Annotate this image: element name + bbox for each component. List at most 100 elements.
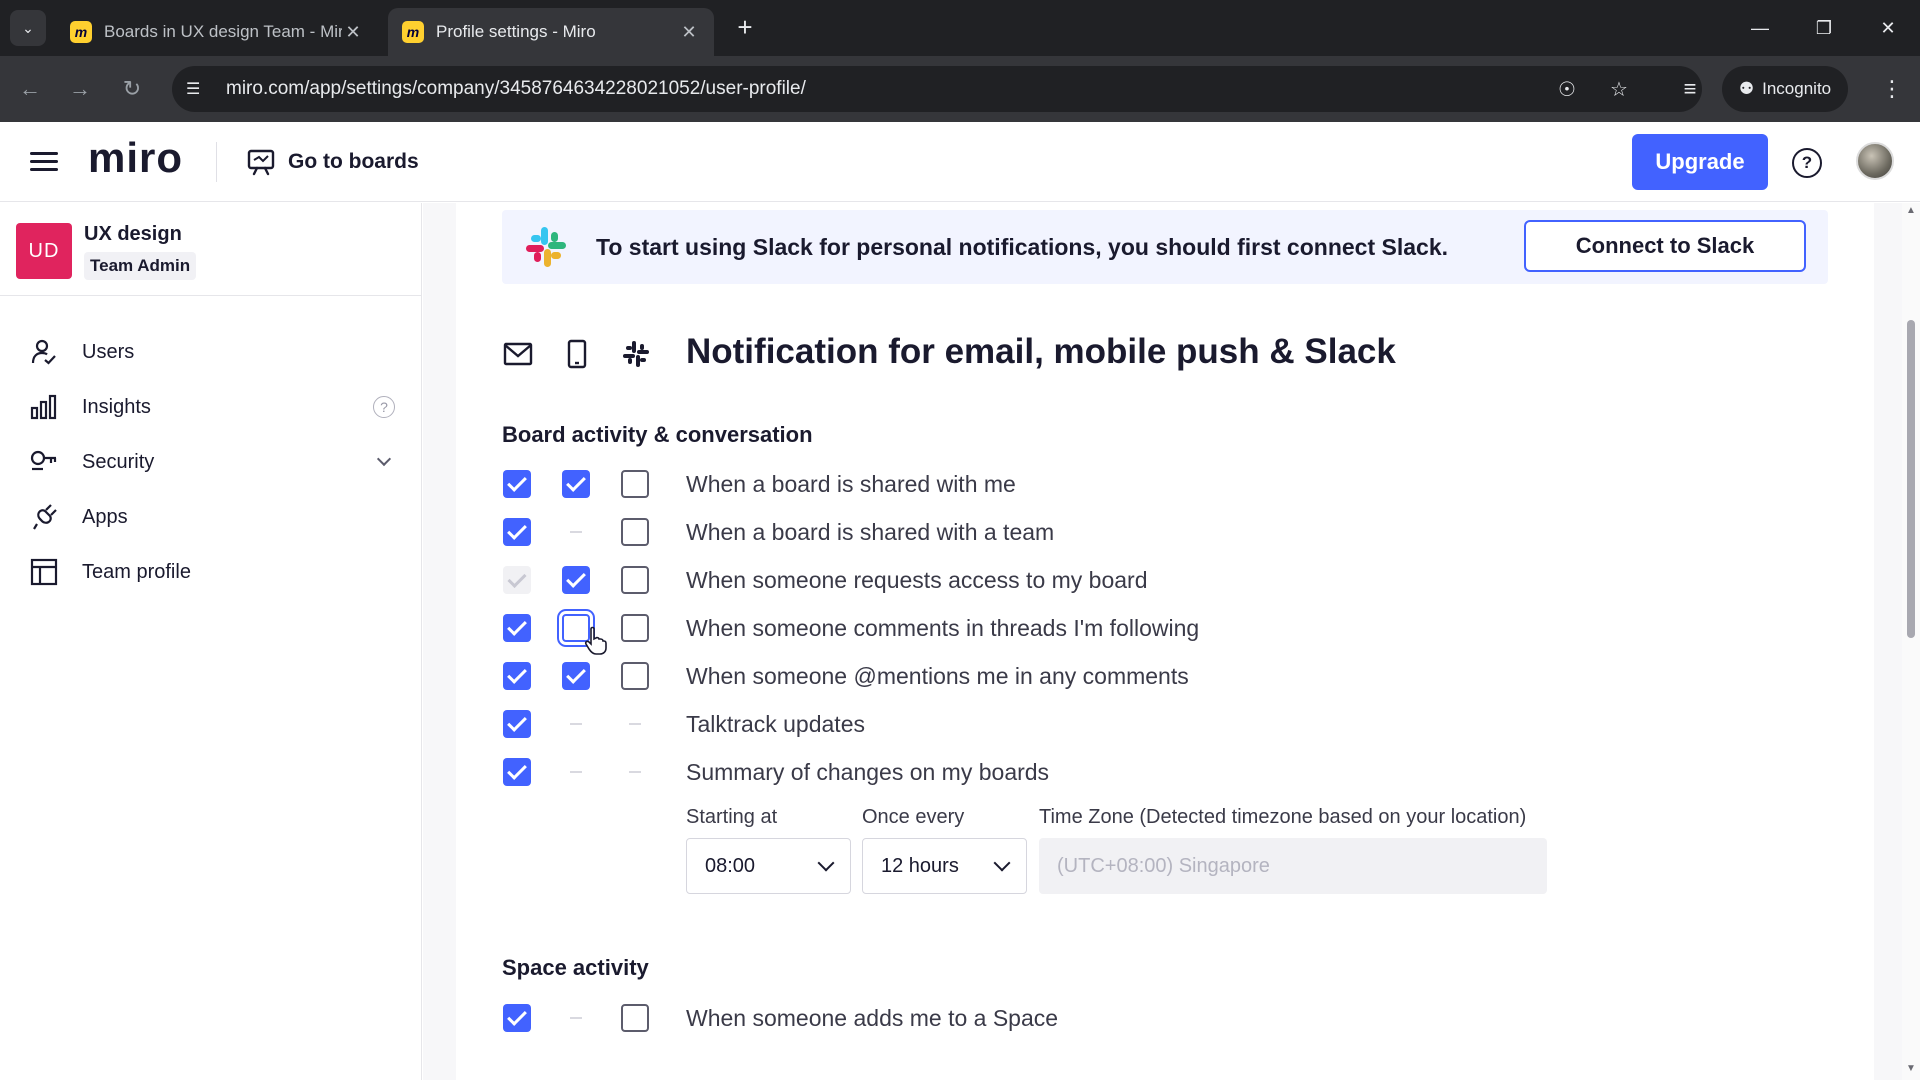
email-checkbox[interactable] (503, 662, 531, 690)
once-every-select[interactable]: 12 hours (862, 838, 1027, 894)
user-check-icon (28, 336, 60, 368)
notification-row-label: When someone @mentions me in any comment… (686, 663, 1189, 689)
sidebar-item-apps[interactable]: Apps (0, 490, 421, 544)
upgrade-button[interactable]: Upgrade (1632, 134, 1768, 190)
sidebar-item-label: Security (82, 450, 155, 473)
mobile-checkbox[interactable] (562, 566, 590, 594)
sidebar-item-users[interactable]: Users (0, 325, 421, 379)
group-title-board-activity: Board activity & conversation (502, 422, 813, 447)
sidebar-item-label: Team profile (82, 560, 191, 583)
once-every-label: Once every (862, 806, 965, 828)
browser-tab-bar: ⌄ m Boards in UX design Team - Miro ✕ m … (0, 0, 1920, 56)
mobile-checkbox[interactable] (562, 470, 590, 498)
email-checkbox[interactable] (503, 470, 531, 498)
close-tab-icon[interactable]: ✕ (342, 22, 364, 43)
sidebar-item-label: Apps (82, 505, 128, 528)
team-avatar: UD (16, 223, 72, 279)
back-icon[interactable]: ← (12, 71, 48, 107)
plug-icon (28, 501, 60, 533)
slack-connect-banner: To start using Slack for personal notifi… (502, 210, 1828, 284)
url-bar[interactable]: ☰ miro.com/app/settings/company/34587646… (172, 66, 1702, 112)
sidebar-item-security[interactable]: Security (0, 435, 421, 489)
incognito-label: Incognito (1762, 79, 1832, 98)
scrollbar-thumb[interactable] (1907, 320, 1915, 638)
app-header: miro Go to boards Upgrade ? (0, 122, 1920, 202)
sidebar-item-insights[interactable]: Insights ? (0, 380, 421, 434)
team-role-badge: Team Admin (84, 252, 197, 280)
site-settings-icon[interactable]: ☰ (186, 79, 214, 99)
notification-row-label: When a board is shared with me (686, 471, 1016, 497)
go-to-boards-label: Go to boards (288, 150, 419, 173)
slack-checkbox[interactable] (621, 662, 649, 690)
starting-at-value: 08:00 (705, 854, 756, 877)
connect-to-slack-button[interactable]: Connect to Slack (1524, 220, 1806, 272)
new-tab-button[interactable]: + (730, 12, 760, 42)
reload-icon[interactable]: ↻ (114, 71, 150, 107)
miro-logo[interactable]: miro (88, 134, 183, 182)
email-checkbox[interactable] (503, 758, 531, 786)
avatar[interactable] (1856, 142, 1894, 180)
scroll-up-icon[interactable]: ▲ (1906, 206, 1916, 216)
sidebar-item-label: Insights (82, 395, 151, 418)
forward-icon[interactable]: → (62, 71, 98, 107)
timezone-value: (UTC+08:00) Singapore (1057, 854, 1270, 877)
slack-logo-icon (526, 227, 566, 267)
tab-search-button[interactable]: ⌄ (10, 10, 46, 46)
slack-checkbox[interactable] (621, 518, 649, 546)
email-checkbox[interactable] (503, 710, 531, 738)
sidebar-item-label: Users (82, 340, 135, 363)
incognito-indicator[interactable]: ⚉ Incognito (1722, 66, 1848, 112)
scroll-down-icon[interactable]: ▼ (1906, 1064, 1916, 1074)
star-icon[interactable]: ☆ (1610, 66, 1628, 112)
chevron-down-icon (993, 854, 1011, 872)
notification-section-title: Notification for email, mobile push & Sl… (686, 332, 1396, 371)
go-to-boards-button[interactable]: Go to boards (246, 144, 419, 180)
mobile-unavailable-marker (570, 531, 582, 533)
restore-icon[interactable]: ❐ (1804, 10, 1844, 46)
bar-chart-icon (28, 391, 60, 423)
menu-icon[interactable] (30, 148, 58, 176)
slack-checkbox[interactable] (621, 566, 649, 594)
slack-checkbox[interactable] (621, 1004, 649, 1032)
team-name: UX design (84, 223, 182, 245)
email-checkbox[interactable] (503, 518, 531, 546)
media-controls-icon[interactable]: ≡ (1672, 71, 1708, 107)
eye-off-icon[interactable]: ☉ (1558, 66, 1576, 112)
slack-icon (620, 336, 652, 372)
incognito-icon: ⚉ (1738, 79, 1755, 98)
notification-row-label: Talktrack updates (686, 711, 865, 737)
close-window-icon[interactable]: ✕ (1868, 10, 1908, 46)
browser-tab-boards[interactable]: m Boards in UX design Team - Miro ✕ (56, 8, 378, 56)
slack-unavailable-marker (629, 723, 641, 725)
miro-favicon: m (70, 21, 92, 43)
board-icon (247, 149, 275, 176)
mobile-icon (561, 336, 593, 372)
browser-menu-icon[interactable]: ⋮ (1874, 71, 1910, 107)
email-checkbox (503, 566, 531, 594)
email-checkbox[interactable] (503, 614, 531, 642)
info-icon[interactable]: ? (373, 396, 395, 418)
help-icon[interactable]: ? (1792, 148, 1822, 178)
browser-tab-profile-settings[interactable]: m Profile settings - Miro ✕ (388, 8, 714, 56)
mouse-pointer-icon (584, 626, 607, 655)
starting-at-select[interactable]: 08:00 (686, 838, 851, 894)
email-checkbox[interactable] (503, 1004, 531, 1032)
tab-title: Profile settings - Miro (436, 22, 596, 41)
browser-address-bar: ← → ↻ ☰ miro.com/app/settings/company/34… (0, 56, 1920, 122)
slack-checkbox[interactable] (621, 614, 649, 642)
sidebar-item-team-profile[interactable]: Team profile (0, 545, 421, 599)
settings-sidebar: UD UX design Team Admin Users Insights ?… (0, 203, 422, 1080)
notification-row-label: When someone comments in threads I'm fol… (686, 615, 1200, 641)
minimize-icon[interactable]: — (1740, 10, 1780, 46)
close-tab-icon[interactable]: ✕ (678, 22, 700, 43)
mobile-unavailable-marker (570, 1017, 582, 1019)
once-every-value: 12 hours (881, 854, 959, 877)
notification-row-label: Summary of changes on my boards (686, 759, 1050, 785)
miro-favicon: m (402, 21, 424, 43)
slack-checkbox[interactable] (621, 470, 649, 498)
timezone-label: Time Zone (Detected timezone based on yo… (1039, 806, 1527, 828)
mobile-checkbox[interactable] (562, 662, 590, 690)
chevron-down-icon[interactable] (373, 451, 395, 473)
group-title-space-activity: Space activity (502, 955, 649, 980)
layout-icon (28, 556, 60, 588)
